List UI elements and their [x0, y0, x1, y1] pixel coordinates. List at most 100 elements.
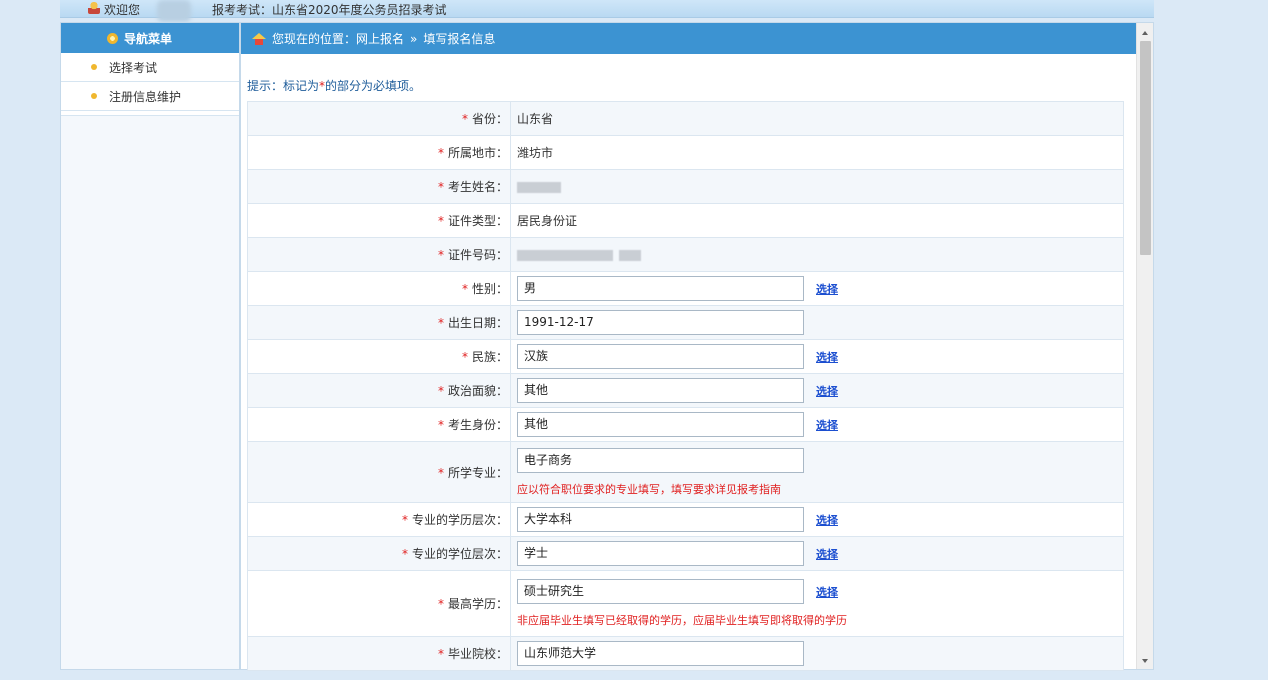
field-cell: 硕士研究生 选择 非应届毕业生填写已经取得的学历，应届毕业生填写即将取得的学历: [510, 570, 1124, 637]
top-bar: 欢迎您 报考考试：山东省2020年度公务员招录考试: [60, 0, 1154, 22]
form-row: * 省份： 山东省: [247, 101, 1124, 136]
education-level-input[interactable]: 大学本科: [517, 507, 804, 532]
education-level-select-link[interactable]: 选择: [816, 512, 838, 528]
degree-level-select-link[interactable]: 选择: [816, 546, 838, 562]
name-value: [510, 169, 1124, 204]
username-redacted: [157, 0, 191, 22]
label-text: 性别：: [471, 282, 508, 296]
label-text: 专业的学历层次：: [411, 513, 508, 527]
label-text: 证件号码：: [447, 248, 508, 262]
major-input[interactable]: 电子商务: [517, 447, 804, 473]
required-star: *: [461, 282, 468, 296]
required-star: *: [437, 248, 444, 262]
form-row: * 所属地市： 潍坊市: [247, 135, 1124, 170]
label-text: 证件类型：: [447, 214, 508, 228]
name-redacted: [517, 181, 561, 193]
sidebar-item-label: 注册信息维护: [109, 89, 182, 104]
candidate-identity-select-link[interactable]: 选择: [816, 417, 838, 433]
bullet-icon: [91, 93, 97, 99]
label-text: 考生姓名：: [447, 180, 508, 194]
required-star: *: [437, 180, 444, 194]
id-number-redacted: [517, 249, 613, 261]
hint-text-after: 的部分为必填项。: [325, 79, 422, 93]
city-value: 潍坊市: [510, 135, 1124, 170]
hint-text-before: 提示：标记为: [247, 79, 320, 93]
label-text: 所属地市：: [447, 146, 508, 160]
degree-level-input[interactable]: 学士: [517, 541, 804, 566]
scrollbar-thumb[interactable]: [1140, 41, 1151, 255]
sidebar-header-label: 导航菜单: [124, 31, 173, 46]
field-label: * 所学专业：: [247, 441, 511, 503]
birthdate-input[interactable]: 1991-12-17: [517, 310, 804, 335]
form-row: * 出生日期： 1991-12-17: [247, 305, 1124, 340]
field-cell: 汉族 选择: [510, 339, 1124, 374]
scroll-up-icon[interactable]: [1142, 31, 1148, 35]
breadcrumb-separator: »: [410, 31, 418, 46]
form-row: * 考生身份： 其他 选择: [247, 407, 1124, 442]
sidebar-item-registration-info[interactable]: 注册信息维护: [61, 82, 239, 111]
field-cell: 男选择: [510, 271, 1124, 306]
sidebar-empty-area: [61, 115, 239, 669]
home-icon: [252, 32, 266, 45]
field-label: * 性别：: [247, 271, 511, 306]
breadcrumb-current: 填写报名信息: [423, 32, 496, 46]
label-text: 所学专业：: [447, 465, 508, 480]
field-label: * 出生日期：: [247, 305, 511, 340]
required-star: *: [437, 597, 444, 611]
field-cell: 其他 选择: [510, 407, 1124, 442]
registration-form: * 省份： 山东省 * 所属地市： 潍坊市 * 考生姓名： * 证件类型： 居民身份证 …: [247, 101, 1124, 671]
form-row: * 所学专业： 电子商务 应以符合职位要求的专业填写，填写要求详见报考指南: [247, 441, 1124, 503]
field-label: * 所属地市：: [247, 135, 511, 170]
scroll-down-icon[interactable]: [1142, 659, 1148, 663]
field-cell: 学士 选择: [510, 536, 1124, 571]
form-row: * 民族： 汉族 选择: [247, 339, 1124, 374]
form-row: * 专业的学位层次： 学士 选择: [247, 536, 1124, 571]
required-star: *: [437, 214, 444, 228]
highest-education-select-link[interactable]: 选择: [816, 584, 838, 600]
required-hint: 提示：标记为*的部分为必填项。: [247, 77, 421, 94]
breadcrumb-prefix: 您现在的位置：网上报名: [272, 32, 405, 46]
field-label: * 最高学历：: [247, 570, 511, 637]
id-number-value: [510, 237, 1124, 272]
id-type-value: 居民身份证: [510, 203, 1124, 238]
ethnicity-input[interactable]: 汉族: [517, 344, 804, 369]
welcome-text: 欢迎您: [104, 3, 141, 17]
form-row: * 毕业院校： 山东师范大学: [247, 636, 1124, 671]
field-cell: 山东师范大学: [510, 636, 1124, 671]
form-row: * 考生姓名：: [247, 169, 1124, 204]
form-row: * 证件号码：: [247, 237, 1124, 272]
gender-input[interactable]: 男: [517, 276, 804, 301]
form-row: * 证件类型： 居民身份证: [247, 203, 1124, 238]
sidebar-item-select-exam[interactable]: 选择考试: [61, 53, 239, 82]
political-status-input[interactable]: 其他: [517, 378, 804, 403]
candidate-identity-input[interactable]: 其他: [517, 412, 804, 437]
main-panel: 您现在的位置：网上报名 » 填写报名信息 提示：标记为*的部分为必填项。 * 省份…: [240, 22, 1154, 671]
form-row: * 性别： 男选择: [247, 271, 1124, 306]
sidebar-item-label: 选择考试: [109, 60, 158, 75]
required-star: *: [437, 418, 444, 432]
required-star: *: [461, 350, 468, 364]
label-text: 考生身份：: [447, 418, 508, 432]
graduated-school-input[interactable]: 山东师范大学: [517, 641, 804, 666]
ethnicity-select-link[interactable]: 选择: [816, 349, 838, 365]
sidebar-header: 导航菜单: [61, 23, 239, 53]
label-text: 出生日期：: [447, 316, 508, 330]
required-star: *: [437, 465, 444, 480]
highest-education-input[interactable]: 硕士研究生: [517, 579, 804, 604]
field-label: * 政治面貌：: [247, 373, 511, 408]
province-value: 山东省: [510, 101, 1124, 136]
field-label: * 专业的学历层次：: [247, 502, 511, 537]
field-label: * 证件类型：: [247, 203, 511, 238]
gender-select-link[interactable]: 选择: [816, 281, 838, 297]
label-text: 省份：: [471, 112, 508, 126]
exam-info: 报考考试：山东省2020年度公务员招录考试: [212, 3, 447, 17]
vertical-scrollbar[interactable]: [1136, 23, 1153, 669]
label-text: 最高学历：: [447, 597, 508, 611]
required-star: *: [437, 384, 444, 398]
form-row: * 最高学历： 硕士研究生 选择 非应届毕业生填写已经取得的学历，应届毕业生填写即将…: [247, 570, 1124, 637]
form-row: * 政治面貌： 其他 选择: [247, 373, 1124, 408]
political-status-select-link[interactable]: 选择: [816, 383, 838, 399]
highest-education-note: 非应届毕业生填写已经取得的学历，应届毕业生填写即将取得的学历: [517, 614, 847, 627]
label-text: 毕业院校：: [447, 647, 508, 661]
field-cell: 其他 选择: [510, 373, 1124, 408]
